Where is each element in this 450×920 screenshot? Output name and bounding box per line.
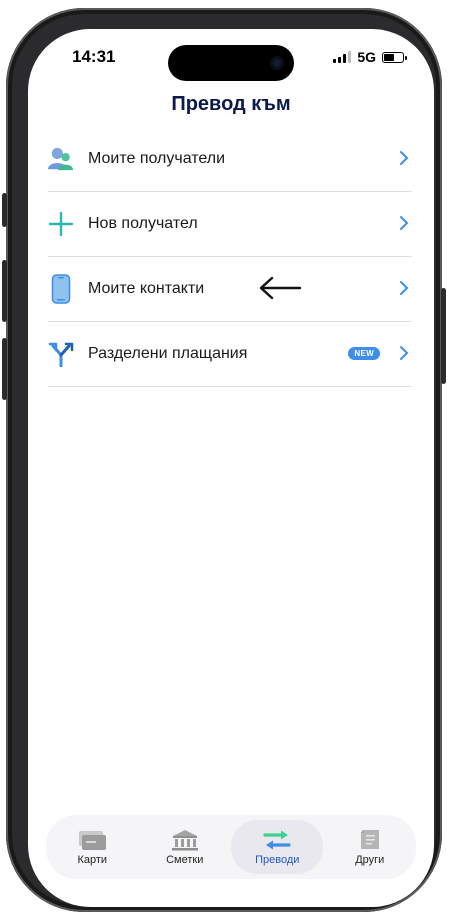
tab-transfers[interactable]: Преводи — [231, 820, 324, 874]
bank-icon — [171, 829, 198, 850]
tab-label: Преводи — [255, 853, 300, 866]
arrow-left-annotation-icon — [259, 276, 302, 300]
document-icon — [360, 829, 379, 849]
phone-icon — [48, 274, 74, 304]
chevron-right-icon — [400, 281, 409, 295]
menu-item-my-recipients[interactable]: Моите получатели — [48, 127, 412, 192]
transfer-icon — [263, 830, 291, 849]
plus-icon — [48, 211, 74, 237]
volume-up-button — [2, 260, 7, 322]
split-icon — [48, 341, 74, 367]
menu-item-label: Моите контакти — [88, 280, 205, 297]
menu-item-new-recipient[interactable]: Нов получател — [48, 192, 412, 257]
menu-item-label: Моите получатели — [88, 150, 226, 167]
volume-down-button — [2, 338, 7, 400]
tab-label: Други — [355, 853, 385, 866]
dynamic-island — [168, 45, 294, 81]
tab-accounts[interactable]: Сметки — [139, 820, 231, 874]
new-badge: NEW — [348, 347, 380, 360]
menu-item-split-payments[interactable]: Разделени плащания NEW — [48, 322, 412, 387]
chevron-right-icon — [400, 216, 409, 230]
signal-icon — [333, 51, 352, 63]
tab-label: Сметки — [166, 853, 204, 866]
bottom-tab-bar: Карти Сметки Преводи Други — [46, 815, 416, 879]
battery-icon — [382, 51, 407, 63]
card-icon — [79, 830, 107, 850]
menu-item-my-contacts[interactable]: Моите контакти — [48, 257, 412, 322]
power-button — [441, 288, 446, 384]
status-indicators: 5G — [333, 49, 407, 65]
phone-frame: 14:31 5G Превод към Моите получатели Нов… — [2, 8, 446, 912]
chevron-right-icon — [400, 346, 409, 360]
network-type: 5G — [357, 49, 376, 65]
tab-cards[interactable]: Карти — [46, 820, 138, 874]
menu-item-label: Разделени плащания — [88, 345, 248, 362]
people-icon — [48, 146, 74, 172]
chevron-right-icon — [400, 151, 409, 165]
menu-item-label: Нов получател — [88, 215, 198, 232]
tab-other[interactable]: Други — [324, 820, 416, 874]
status-time: 14:31 — [72, 47, 116, 66]
tab-label: Карти — [77, 853, 108, 866]
page-title: Превод към — [171, 93, 291, 115]
front-camera — [270, 56, 284, 70]
battery-level — [384, 53, 395, 61]
screen: 14:31 5G Превод към Моите получатели Нов… — [28, 29, 434, 907]
transfer-options-list: Моите получатели Нов получател Моите кон… — [48, 127, 412, 387]
action-button — [2, 193, 7, 227]
